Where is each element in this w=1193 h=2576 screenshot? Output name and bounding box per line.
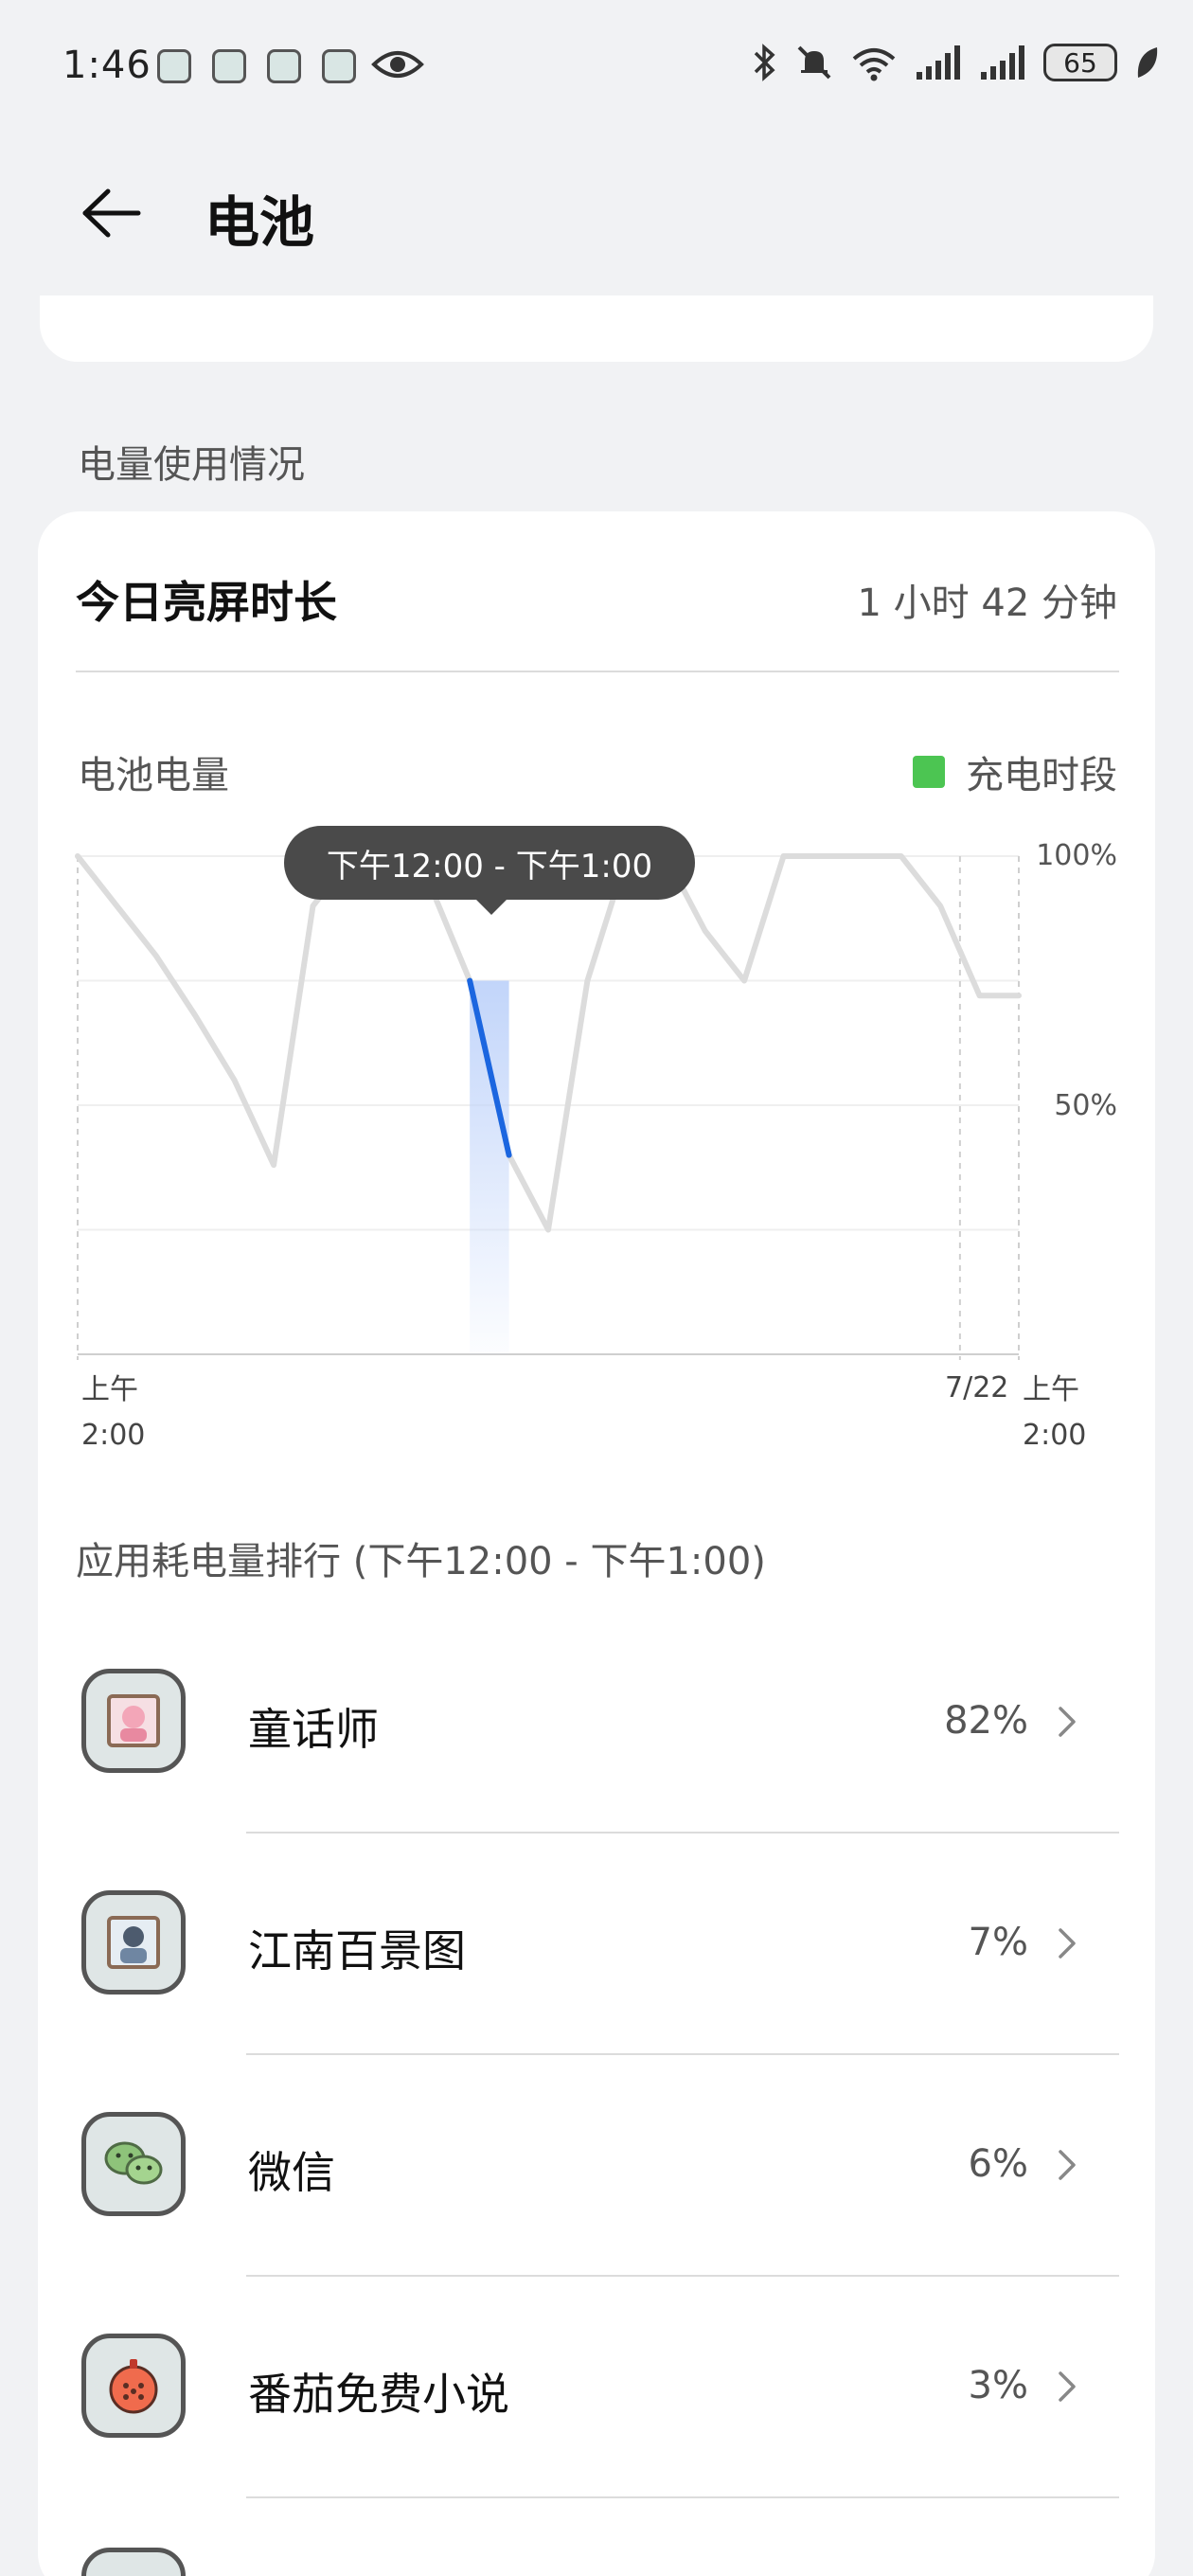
app-icon xyxy=(81,1890,186,1995)
app-row[interactable]: 番茄免费小说 3% xyxy=(38,2275,1155,2496)
chart-tooltip-tail xyxy=(472,896,510,915)
app-icon xyxy=(81,2112,186,2216)
x-tick-start-time: 2:00 xyxy=(81,1419,146,1452)
chevron-right-icon xyxy=(1059,1707,1076,1737)
chevron-right-icon xyxy=(1059,2371,1076,2402)
app-row[interactable]: 微信 6% xyxy=(38,2053,1155,2275)
divider xyxy=(246,2496,1119,2498)
app-name: 番茄免费小说 xyxy=(248,2369,509,2420)
app-percent: 3% xyxy=(968,2364,1028,2407)
app-row[interactable]: 江南百景图 7% xyxy=(38,1832,1155,2053)
x-tick-end-time: 2:00 xyxy=(1023,1419,1087,1452)
tomato-icon xyxy=(109,2359,158,2414)
wechat-icon xyxy=(104,2141,163,2185)
y-tick-label: 100% xyxy=(1036,839,1117,872)
portrait-app-icon xyxy=(107,1916,160,1969)
selected-hour-highlight xyxy=(470,980,509,1354)
app-name: 微信 xyxy=(248,2147,335,2198)
app-ranking-title: 应用耗电量排行 (下午12:00 - 下午1:00) xyxy=(76,1540,766,1583)
chart-tooltip: 下午12:00 - 下午1:00 xyxy=(284,826,695,900)
app-row[interactable]: 童话师 82% xyxy=(38,1610,1155,1832)
app-percent: 7% xyxy=(968,1921,1028,1964)
app-percent: 6% xyxy=(968,2142,1028,2186)
app-icon xyxy=(81,2334,186,2438)
battery-level-line xyxy=(75,853,1022,1233)
app-icon xyxy=(81,2548,186,2576)
app-name: 江南百景图 xyxy=(248,1925,466,1977)
x-tick-start-period: 上午 xyxy=(81,1373,138,1406)
chevron-right-icon xyxy=(1059,1928,1076,1959)
battery-level-chart[interactable] xyxy=(0,0,1193,1477)
portrait-app-icon xyxy=(107,1694,160,1747)
x-tick-label: 上午 2:00 xyxy=(1023,1368,1086,1458)
x-tick-date: 7/22 xyxy=(945,1371,1009,1404)
app-percent: 82% xyxy=(944,1699,1028,1743)
x-tick-end-period: 上午 xyxy=(1023,1373,1079,1406)
app-name: 童话师 xyxy=(248,1704,379,1755)
app-icon xyxy=(81,1669,186,1773)
chevron-right-icon xyxy=(1059,2150,1076,2180)
x-tick-label: 上午 2:00 xyxy=(81,1368,145,1458)
y-tick-label: 50% xyxy=(1054,1089,1117,1122)
